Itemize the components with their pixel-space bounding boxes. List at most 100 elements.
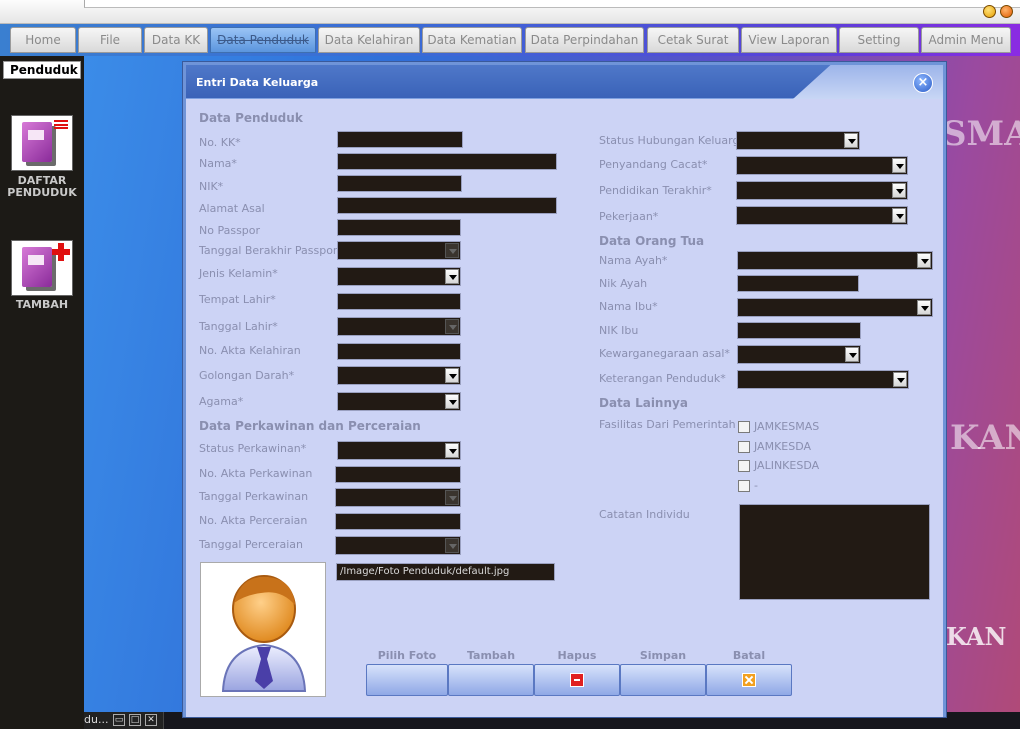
checkbox-label: JALINKESDA [754,459,820,472]
no-passpor-input[interactable] [337,219,461,236]
chevron-down-icon[interactable] [917,300,931,315]
tab-admin-menu[interactable]: Admin Menu [921,27,1011,53]
cancel-icon [742,673,756,687]
tab-home[interactable]: Home [10,27,76,53]
chevron-down-icon[interactable] [892,158,906,173]
label-akta-perkawinan: No. Akta Perkawinan [199,467,313,480]
tab-file[interactable]: File [78,27,142,53]
nama-input[interactable] [337,153,557,170]
close-icon[interactable]: × [913,73,933,93]
delete-icon [570,673,584,687]
label-nama-ayah: Nama Ayah* [599,254,668,267]
chevron-down-icon[interactable] [445,538,459,553]
status-hubungan-select[interactable] [736,131,860,150]
tab-data-penduduk[interactable]: Data Penduduk [210,27,316,53]
book-add-icon [22,247,52,287]
label-tanggal-lahir: Tanggal Lahir* [199,320,278,333]
chevron-down-icon[interactable] [445,394,459,409]
close-window-icon[interactable] [1000,5,1013,18]
tambah-data-button[interactable] [448,664,534,696]
tambah-label: Tambah [466,649,516,662]
tab-view-laporan[interactable]: View Laporan [741,27,837,53]
golongan-darah-select[interactable] [337,366,461,385]
nama-ibu-select[interactable] [737,298,933,317]
chevron-down-icon[interactable] [892,208,906,223]
background-text: KAN [950,418,1020,458]
tab-data-kelahiran[interactable]: Data Kelahiran [318,27,420,53]
tgl-passpor-picker[interactable] [337,241,461,260]
akta-kelahiran-input[interactable] [337,343,461,360]
book-list-icon [22,122,52,162]
label-catatan: Catatan Individu [599,508,690,521]
chevron-down-icon[interactable] [445,368,459,383]
chevron-down-icon[interactable] [445,319,459,334]
checkbox-none[interactable] [738,480,750,492]
close-icon[interactable]: ✕ [145,714,157,726]
batal-button[interactable] [706,664,792,696]
tab-cetak-surat[interactable]: Cetak Surat [647,27,739,53]
sidebar-item-daftar-penduduk[interactable]: DAFTAR PENDUDUK [0,175,84,199]
jenis-kelamin-select[interactable] [337,267,461,286]
dialog-body: Data Penduduk No. KK* Nama* NIK* Alamat … [186,100,943,717]
label-alamat: Alamat Asal [199,202,265,215]
label-tgl-perkawinan: Tanggal Perkawinan [199,490,309,503]
section-data-orang-tua: Data Orang Tua [599,234,705,248]
no-kk-input[interactable] [337,131,463,148]
pilih-foto-label: Pilih Foto [377,649,437,662]
pekerjaan-select[interactable] [736,206,908,225]
foto-path-input[interactable]: /Image/Foto Penduduk/default.jpg [336,563,555,581]
label-nik: NIK* [199,180,224,193]
background-text: KAN [946,622,1007,651]
chevron-down-icon[interactable] [445,490,459,505]
chevron-down-icon[interactable] [844,133,858,148]
akta-perceraian-input[interactable] [335,513,461,530]
keterangan-select[interactable] [737,370,909,389]
akta-perkawinan-input[interactable] [335,466,461,483]
checkbox-label: - [754,479,758,492]
checkbox-jamkesmas[interactable] [738,421,750,433]
chevron-down-icon[interactable] [445,269,459,284]
status-perkawinan-select[interactable] [337,441,461,460]
chevron-down-icon[interactable] [845,347,859,362]
label-jenis-kelamin: Jenis Kelamin* [199,267,278,280]
catatan-textarea[interactable] [739,504,930,600]
tgl-perkawinan-picker[interactable] [335,488,461,507]
nik-input[interactable] [337,175,462,192]
tambah-button[interactable] [11,240,73,296]
tgl-perceraian-picker[interactable] [335,536,461,555]
checkbox-jalinkesda[interactable] [738,460,750,472]
label-status-perkawinan: Status Perkawinan* [199,442,307,455]
sidebar-item-tambah[interactable]: TAMBAH [0,299,84,311]
tab-setting[interactable]: Setting [839,27,919,53]
simpan-button[interactable] [620,664,706,696]
chevron-down-icon[interactable] [445,443,459,458]
chevron-down-icon[interactable] [445,243,459,258]
daftar-penduduk-button[interactable] [11,115,73,171]
window-titlebar [0,0,1020,24]
nik-ayah-input[interactable] [737,275,859,292]
hapus-button[interactable] [534,664,620,696]
pendidikan-select[interactable] [736,181,908,200]
tanggal-lahir-picker[interactable] [337,317,461,336]
alamat-input[interactable] [337,197,557,214]
label-nik-ibu: NIK Ibu [599,324,639,337]
chevron-down-icon[interactable] [917,253,931,268]
tempat-lahir-input[interactable] [337,293,461,310]
maximize-icon[interactable]: □ [129,714,141,726]
tab-data-perpindahan[interactable]: Data Perpindahan [525,27,644,53]
penyandang-cacat-select[interactable] [736,156,908,175]
minimize-icon[interactable] [983,5,996,18]
kewarganegaraan-select[interactable] [737,345,861,364]
restore-icon[interactable]: ▭ [113,714,125,726]
nik-ibu-input[interactable] [737,322,861,339]
chevron-down-icon[interactable] [892,183,906,198]
pilih-foto-button[interactable] [366,664,448,696]
label-status-hubungan: Status Hubungan Keluarga* [599,134,752,147]
foto-penduduk [200,562,326,697]
agama-select[interactable] [337,392,461,411]
nama-ayah-select[interactable] [737,251,933,270]
tab-data-kematian[interactable]: Data Kematian [422,27,522,53]
checkbox-jamkesda[interactable] [738,441,750,453]
tab-data-kk[interactable]: Data KK [144,27,208,53]
chevron-down-icon[interactable] [893,372,907,387]
